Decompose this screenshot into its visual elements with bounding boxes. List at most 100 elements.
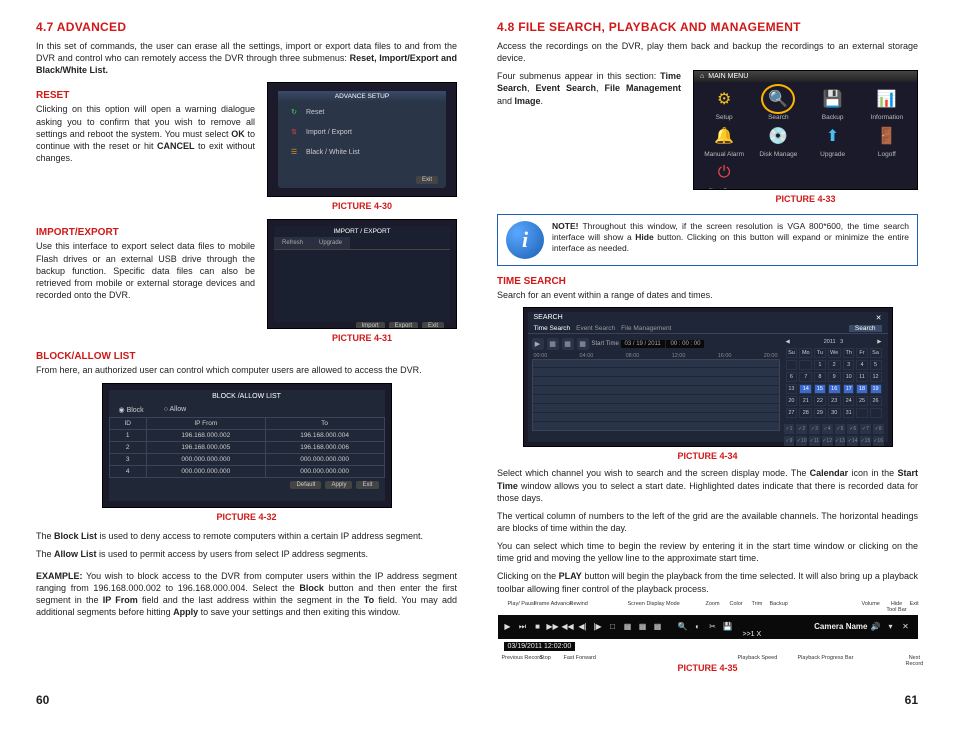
menu-upgrade[interactable]: ⬆Upgrade: [807, 123, 859, 158]
menu-setup[interactable]: ⚙Setup: [698, 86, 750, 121]
tab-time-search[interactable]: Time Search: [534, 325, 571, 332]
lbl-fast-forward: Fast Forward: [564, 655, 596, 661]
menu-search[interactable]: 🔍Search: [752, 86, 804, 121]
exit-icon[interactable]: ✕: [900, 621, 912, 633]
play-icon[interactable]: ▶: [532, 338, 544, 350]
stop-icon[interactable]: ■: [532, 621, 544, 633]
screen-16-icon[interactable]: ▦: [652, 621, 664, 633]
hide-icon[interactable]: ▾: [885, 621, 897, 633]
tab-refresh[interactable]: Refresh: [274, 237, 311, 249]
lbl-color: Color: [730, 601, 743, 607]
caption-4-30: PICTURE 4-30: [267, 201, 457, 211]
grid3-icon[interactable]: ▦: [577, 338, 589, 350]
intro-4-8: Access the recordings on the DVR, play t…: [497, 40, 918, 64]
screen-4-icon[interactable]: ▦: [622, 621, 634, 633]
exit-button[interactable]: Exit: [422, 322, 444, 329]
cal-next[interactable]: ▶: [877, 339, 881, 345]
menu-disk-manage[interactable]: 💿Disk Manage: [752, 123, 804, 158]
apply-button[interactable]: Apply: [325, 481, 352, 489]
next-record-icon[interactable]: |▶: [592, 621, 604, 633]
exit-button[interactable]: Exit: [356, 481, 378, 489]
play-pause-icon[interactable]: ▶: [502, 621, 514, 633]
lbl-trim: Trim: [752, 601, 763, 607]
reset-paragraph: Clicking on this option will open a warn…: [36, 103, 255, 164]
color-icon[interactable]: ◐: [692, 621, 704, 633]
cal-prev[interactable]: ◀: [786, 339, 790, 345]
submenu-list: Four submenus appear in this section: Ti…: [497, 70, 681, 106]
tab-file-mgmt[interactable]: File Management: [621, 325, 671, 332]
picture-4-35: Play/ Pause Frame Advance Rewind Screen …: [498, 601, 918, 651]
menu-shutdown[interactable]: ⏻Shut Down: [698, 160, 750, 190]
time-search-intro: Search for an event within a range of da…: [497, 289, 918, 301]
screen-1-icon[interactable]: □: [607, 621, 619, 633]
time-grid[interactable]: [532, 359, 780, 431]
block-list-desc: The Block List is used to deny access to…: [36, 530, 457, 542]
frame-advance-icon[interactable]: ⏭: [517, 621, 529, 633]
ts-p2: Select which channel you wish to search …: [497, 467, 918, 503]
picture-4-30: ADVANCE SETUP ↻Reset ⇅Import / Export ☰B…: [267, 82, 457, 197]
ts-p3: The vertical column of numbers to the le…: [497, 510, 918, 534]
volume-icon[interactable]: 🔊: [870, 621, 882, 633]
picture-4-31: IMPORT / EXPORT RefreshUpgrade Import Ex…: [267, 219, 457, 329]
trim-icon[interactable]: ✂: [707, 621, 719, 633]
section-4-8-title: 4.8 FILE SEARCH, PLAYBACK AND MANAGEMENT: [497, 20, 918, 34]
ts-p4: You can select which time to begin the r…: [497, 540, 918, 564]
note-box: i NOTE! Throughout this window, if the s…: [497, 214, 918, 266]
lbl-rewind: Rewind: [570, 601, 588, 607]
info-icon: i: [506, 221, 544, 259]
lbl-prev-record: Previous Record: [502, 655, 543, 661]
screen-9-icon[interactable]: ▦: [637, 621, 649, 633]
page-number-right: 61: [905, 693, 918, 707]
caption-4-34: PICTURE 4-34: [497, 451, 918, 461]
lbl-stop: Stop: [540, 655, 551, 661]
menu-logoff[interactable]: 🚪Logoff: [861, 123, 913, 158]
menu-import-export[interactable]: Import / Export: [306, 129, 352, 136]
playback-timestamp: 03/19/2011 12:02:00: [504, 642, 576, 651]
import-button[interactable]: Import: [356, 322, 385, 329]
menu-black-white[interactable]: Black / White List: [306, 149, 360, 156]
list-icon: ☰: [288, 146, 300, 158]
rewind-icon[interactable]: ◀◀: [562, 621, 574, 633]
lbl-frame-advance: Frame Advance: [534, 601, 573, 607]
right-page: 4.8 FILE SEARCH, PLAYBACK AND MANAGEMENT…: [497, 20, 918, 673]
time-search-heading: TIME SEARCH: [497, 276, 918, 287]
lbl-hide-toolbar: Hide Tool Bar: [886, 601, 908, 613]
tab-upgrade[interactable]: Upgrade: [311, 237, 350, 249]
import-export-heading: IMPORT/EXPORT: [36, 227, 255, 238]
menu-information[interactable]: 📊Information: [861, 86, 913, 121]
menu-reset[interactable]: Reset: [306, 109, 324, 116]
lbl-volume: Volume: [862, 601, 880, 607]
tab-event-search[interactable]: Event Search: [576, 325, 615, 332]
radio-allow[interactable]: ○: [164, 406, 168, 413]
menu-backup[interactable]: 💾Backup: [807, 86, 859, 121]
grid1-icon[interactable]: ▦: [547, 338, 559, 350]
lbl-playback-speed: Playback Speed: [738, 655, 778, 661]
exit-button[interactable]: Exit: [416, 176, 438, 184]
block-allow-intro: From here, an authorized user can contro…: [36, 364, 457, 376]
grid2-icon[interactable]: ▦: [562, 338, 574, 350]
default-button[interactable]: Default: [290, 481, 321, 489]
lbl-next-record: Next Record: [906, 655, 924, 667]
reset-heading: RESET: [36, 90, 255, 101]
section-4-7-title: 4.7 ADVANCED: [36, 20, 457, 34]
menu-manual-alarm[interactable]: 🔔Manual Alarm: [698, 123, 750, 158]
caption-4-31: PICTURE 4-31: [267, 333, 457, 343]
left-page: 4.7 ADVANCED In this set of commands, th…: [36, 20, 457, 673]
block-example: EXAMPLE: You wish to block access to the…: [36, 570, 457, 619]
lbl-progress-bar: Playback Progress Bar: [798, 655, 854, 661]
backup-icon[interactable]: 💾: [722, 621, 734, 633]
export-button[interactable]: Export: [389, 322, 418, 329]
search-button[interactable]: Search: [849, 325, 882, 332]
caption-4-32: PICTURE 4-32: [36, 512, 457, 522]
block-allow-title: BLOCK /ALLOW LIST: [109, 390, 385, 403]
page-number-left: 60: [36, 693, 49, 707]
lbl-zoom: Zoom: [706, 601, 720, 607]
lbl-exit: Exit: [910, 601, 919, 607]
playback-speed: >>1 X: [743, 631, 762, 638]
picture-4-33: ⌂MAIN MENU ⚙Setup 🔍Search 💾Backup 📊Infor…: [693, 70, 918, 190]
zoom-icon[interactable]: 🔍: [677, 621, 689, 633]
radio-block[interactable]: ◉: [119, 407, 125, 414]
picture-4-34: SEARCH✕ Time Search Event Search File Ma…: [523, 307, 893, 447]
fast-forward-icon[interactable]: ▶▶: [547, 621, 559, 633]
prev-record-icon[interactable]: ◀|: [577, 621, 589, 633]
